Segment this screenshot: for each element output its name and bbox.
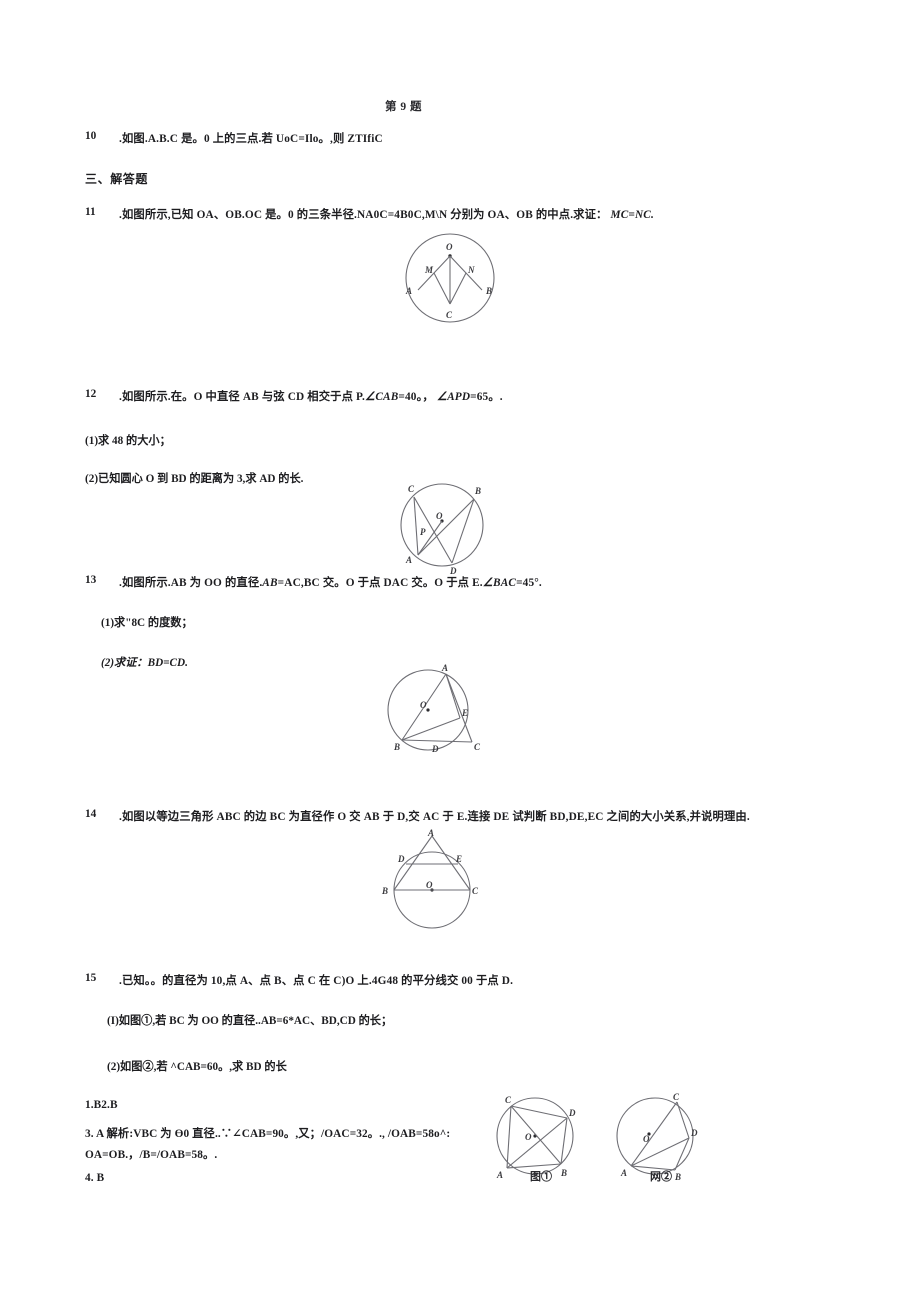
svg-text:O: O bbox=[643, 1134, 650, 1144]
question-number-10: 10 bbox=[85, 130, 97, 142]
question-number-14: 14 bbox=[85, 808, 97, 820]
svg-text:C: C bbox=[673, 1092, 680, 1102]
svg-text:P: P bbox=[420, 527, 426, 537]
question-text-10: .如图.A.B.C 是。0 上的三点.若 UoC=Ilo。,则 ZTIfiC bbox=[119, 133, 383, 145]
question-text-11: .如图所示,已知 OA、OB.OC 是。0 的三条半径.NA0C=4B0C,M\… bbox=[119, 206, 654, 222]
figure-11-svg: O M N A B C bbox=[405, 233, 495, 323]
svg-text:A: A bbox=[496, 1170, 503, 1180]
question-13-sub-1: (1)求"8C 的度数； bbox=[101, 617, 193, 629]
svg-text:A: A bbox=[620, 1168, 627, 1178]
answer-line-4: 4. B bbox=[85, 1172, 105, 1184]
question-text-13-italic-1: AB bbox=[262, 577, 278, 589]
question-text-12-italic-2: ∠APD bbox=[436, 391, 471, 403]
figure-problem-15-first: C D O A B 图① bbox=[483, 1090, 598, 1185]
figure-caption-problem-9: 第 9 题 bbox=[385, 101, 422, 113]
svg-text:O: O bbox=[420, 700, 427, 710]
svg-text:C: C bbox=[505, 1095, 512, 1105]
question-12-sub-2: (2)已知圆心 O 到 BD 的距离为 3,求 AD 的长. bbox=[85, 473, 304, 485]
svg-text:D: D bbox=[568, 1108, 576, 1118]
question-text-12-italic-1: ∠CAB bbox=[365, 391, 399, 403]
question-text-11-italic: MC=NC. bbox=[610, 209, 654, 221]
svg-text:B: B bbox=[474, 486, 481, 496]
svg-text:M: M bbox=[424, 265, 434, 275]
question-text-15: .已知。。的直径为 10,点 A、点 B、点 C 在 C)O 上.4G48 的平… bbox=[119, 975, 514, 987]
svg-text:D: D bbox=[431, 744, 439, 754]
figure-problem-12: C B O P A D bbox=[380, 473, 510, 578]
answer-line-3: OA=OB.，/B=/OAB=58。. bbox=[85, 1149, 218, 1161]
svg-text:O: O bbox=[436, 511, 443, 521]
question-text-12-main: .如图所示.在。O 中直径 AB 与弦 CD 相交于点 P. bbox=[119, 391, 366, 403]
svg-text:B: B bbox=[485, 286, 492, 296]
figure-problem-11: O M N A B C bbox=[380, 228, 520, 333]
svg-text:B: B bbox=[393, 742, 400, 752]
svg-text:D: D bbox=[397, 854, 405, 864]
figure-15a-caption: 图① bbox=[530, 1171, 552, 1183]
page-content: 第 9 题 10 .如图.A.B.C 是。0 上的三点.若 UoC=Ilo。,则… bbox=[85, 0, 845, 1301]
svg-text:D: D bbox=[690, 1128, 698, 1138]
question-text-14: .如图以等边三角形 ABC 的边 BC 为直径作 O 交 AB 于 D,交 AC… bbox=[119, 811, 750, 823]
svg-text:A: A bbox=[441, 663, 448, 673]
section-heading-answers: 三、解答题 bbox=[85, 172, 149, 186]
figure-15b-caption: 网② bbox=[650, 1171, 672, 1183]
worksheet-page: 第 9 题 10 .如图.A.B.C 是。0 上的三点.若 UoC=Ilo。,则… bbox=[0, 0, 920, 1301]
svg-text:C: C bbox=[474, 742, 481, 752]
question-text-13-main: .如图所示.AB 为 OO 的直径. bbox=[119, 577, 263, 589]
answer-line-1: 1.B2.B bbox=[85, 1099, 118, 1111]
figure-13-svg: A O E B D C bbox=[387, 663, 481, 754]
question-text-12-part-2: =40。， bbox=[398, 391, 434, 403]
svg-text:O: O bbox=[426, 880, 433, 890]
question-15-sub-2: (2)如图②,若 ^CAB=60。,求 BD 的长 bbox=[107, 1061, 287, 1073]
figure-problem-15-second: C D O A B 网② bbox=[605, 1090, 720, 1185]
figure-problem-14: A D E B O C bbox=[370, 828, 500, 933]
question-number-11: 11 bbox=[85, 206, 96, 218]
question-text-11-main: .如图所示,已知 OA、OB.OC 是。0 的三条半径.NA0C=4B0C,M\… bbox=[119, 209, 608, 221]
answer-line-2: 3. A 解析:VBC 为 Ө0 直径..∵∠CAB=90。,又；/OAC=32… bbox=[85, 1128, 451, 1140]
svg-text:C: C bbox=[408, 484, 415, 494]
question-text-12: .如图所示.在。O 中直径 AB 与弦 CD 相交于点 P.∠CAB=40。， … bbox=[119, 388, 503, 404]
question-text-12-part-3: =65。. bbox=[470, 391, 503, 403]
svg-text:A: A bbox=[405, 286, 412, 296]
figure-problem-13: A O E B D C bbox=[380, 660, 500, 765]
question-12-sub-1: (1)求 48 的大小； bbox=[85, 435, 171, 447]
svg-text:O: O bbox=[446, 242, 453, 252]
svg-text:C: C bbox=[472, 886, 479, 896]
question-text-13-part-3: =45°. bbox=[516, 577, 542, 589]
question-15-sub-1: (I)如图①,若 BC 为 OO 的直径..AB=6*AC、BD,CD 的长； bbox=[107, 1015, 393, 1027]
question-number-12: 12 bbox=[85, 388, 97, 400]
question-number-15: 15 bbox=[85, 972, 97, 984]
svg-text:N: N bbox=[467, 265, 475, 275]
figure-12-svg: C B O P A D bbox=[400, 483, 484, 576]
svg-text:E: E bbox=[461, 708, 468, 718]
question-text-13-part-2: =AC,BC 交。O 于点 DAC 交。O 于点 E. bbox=[277, 577, 483, 589]
svg-text:B: B bbox=[381, 886, 388, 896]
svg-text:A: A bbox=[405, 555, 412, 565]
question-text-13: .如图所示.AB 为 OO 的直径.AB=AC,BC 交。O 于点 DAC 交。… bbox=[119, 574, 542, 590]
figure-14-svg: A D E B O C bbox=[381, 828, 479, 929]
svg-text:E: E bbox=[455, 854, 462, 864]
svg-text:C: C bbox=[446, 310, 453, 320]
question-13-sub-2: (2)求证：BD=CD. bbox=[101, 657, 188, 669]
svg-text:O: O bbox=[525, 1132, 532, 1142]
question-text-13-italic-2: ∠BAC bbox=[482, 577, 517, 589]
svg-text:A: A bbox=[427, 828, 434, 838]
question-number-13: 13 bbox=[85, 574, 97, 586]
